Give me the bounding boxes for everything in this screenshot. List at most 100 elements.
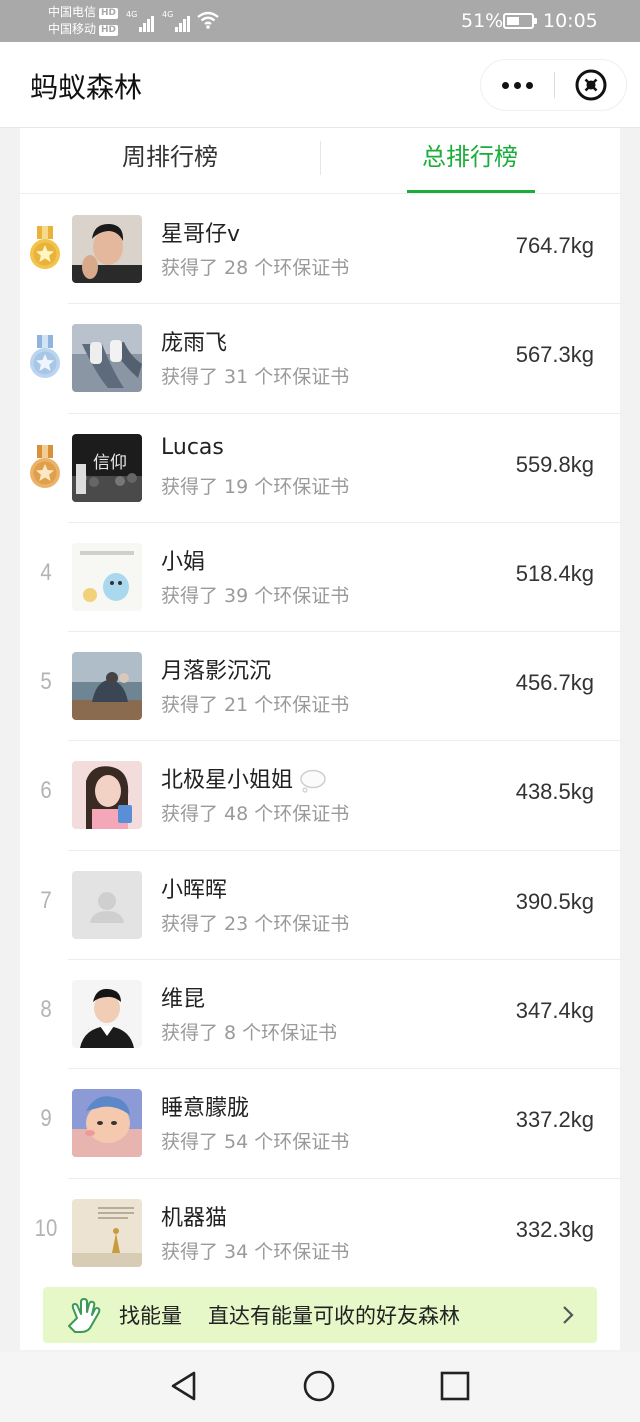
page-title: 蚂蚁森林 xyxy=(30,71,143,104)
user-name: 庞雨飞 xyxy=(161,331,228,357)
bronze-medal-icon xyxy=(30,444,60,488)
more-dots-icon xyxy=(525,81,533,89)
rank-number: 10 xyxy=(34,1214,58,1242)
energy-amount: 332.3kg xyxy=(515,1216,594,1242)
user-name: Lucas xyxy=(161,434,224,460)
user-name: 小娟 xyxy=(161,549,206,575)
capsule-menu xyxy=(480,59,627,111)
list-item[interactable]: 庞雨飞 获得了 31 个环保证书 567.3kg xyxy=(20,304,620,414)
cert-count: 获得了 23 个环保证书 xyxy=(161,912,350,935)
cert-count: 获得了 8 个环保证书 xyxy=(161,1022,338,1045)
leaderboard-card: 周排行榜 总排行榜 星哥仔v 获得了 28 个环保证书 764.7kg 庞雨飞 … xyxy=(20,128,620,1350)
rank-number: 6 xyxy=(40,777,52,805)
rank-number: 4 xyxy=(40,558,52,586)
avatar xyxy=(72,980,142,1049)
list-item[interactable]: 10 机器猫 获得了 34 个环保证书 332.3kg xyxy=(20,1179,620,1288)
avatar xyxy=(72,652,142,721)
cert-count: 获得了 39 个环保证书 xyxy=(161,584,350,607)
cert-count: 获得了 31 个环保证书 xyxy=(161,366,350,389)
status-bar: 中国电信 HD 中国移动 HD 4G 4G 51% 10:05 xyxy=(0,0,640,42)
battery-icon xyxy=(503,13,537,29)
user-name: 机器猫 xyxy=(161,1205,228,1231)
energy-amount: 347.4kg xyxy=(515,998,594,1024)
tab-weekly[interactable]: 周排行榜 xyxy=(20,128,320,194)
silver-medal-icon xyxy=(30,335,60,379)
energy-amount: 390.5kg xyxy=(515,888,594,914)
list-item[interactable]: 星哥仔v 获得了 28 个环保证书 764.7kg xyxy=(20,195,620,305)
back-triangle-icon[interactable] xyxy=(168,1369,202,1403)
signal-icon: 4G xyxy=(126,10,155,32)
hd-badge: HD xyxy=(99,8,119,19)
list-item[interactable]: 9 睡意朦胧 获得了 54 个环保证书 337.2kg xyxy=(20,1069,620,1179)
battery-percent: 51% xyxy=(461,10,504,32)
hd-badge: HD xyxy=(99,25,119,36)
avatar-text: 信仰 xyxy=(93,453,127,473)
wifi-icon xyxy=(197,11,219,29)
list-item[interactable]: 5 月落影沉沉 获得了 21 个环保证书 456.7kg xyxy=(20,632,620,742)
clock: 10:05 xyxy=(543,10,598,32)
speech-bubble-icon xyxy=(300,770,326,794)
avatar xyxy=(72,1089,142,1158)
avatar xyxy=(72,761,142,830)
cert-count: 获得了 19 个环保证书 xyxy=(161,475,350,498)
cert-count: 获得了 54 个环保证书 xyxy=(161,1131,350,1154)
tab-total[interactable]: 总排行榜 xyxy=(320,128,620,194)
user-name: 维昆 xyxy=(161,987,206,1013)
rank-number: 9 xyxy=(40,1105,52,1133)
ranking-list: 星哥仔v 获得了 28 个环保证书 764.7kg 庞雨飞 获得了 31 个环保… xyxy=(20,195,620,1288)
energy-amount: 764.7kg xyxy=(515,233,594,258)
carrier-2: 中国移动 xyxy=(48,22,97,36)
default-avatar-icon xyxy=(72,870,142,939)
energy-amount: 559.8kg xyxy=(515,451,594,477)
battery-fill xyxy=(507,17,519,25)
rank-number: 7 xyxy=(40,886,52,914)
user-name: 星哥仔v xyxy=(161,222,241,247)
cert-count: 获得了 34 个环保证书 xyxy=(161,1240,350,1263)
find-energy-banner[interactable]: 找能量 直达有能量可收的好友森林 xyxy=(43,1287,597,1343)
energy-amount: 337.2kg xyxy=(515,1107,594,1133)
user-name: 睡意朦胧 xyxy=(161,1096,250,1122)
home-circle-icon[interactable] xyxy=(302,1369,336,1403)
active-tab-indicator xyxy=(407,190,535,193)
mini-app-title-bar: 蚂蚁森林 xyxy=(0,42,640,128)
user-name: 月落影沉沉 xyxy=(161,659,272,685)
cert-count: 获得了 21 个环保证书 xyxy=(161,694,350,717)
list-item[interactable]: 信仰 Lucas 获得了 19 个环保证书 559.8kg xyxy=(20,414,620,523)
avatar xyxy=(72,870,142,939)
avatar xyxy=(72,1198,142,1267)
close-button[interactable] xyxy=(555,60,627,110)
signal-icon: 4G xyxy=(162,10,191,32)
chevron-right-icon xyxy=(563,1306,574,1324)
recents-square-icon[interactable] xyxy=(438,1369,472,1403)
find-energy-description: 直达有能量可收的好友森林 xyxy=(208,1304,460,1328)
list-item[interactable]: 7 小晖晖 获得了 23 个环保证书 390.5kg xyxy=(20,851,620,961)
more-dots-icon xyxy=(513,81,521,89)
energy-amount: 438.5kg xyxy=(515,779,594,805)
energy-amount: 518.4kg xyxy=(515,560,594,586)
carrier-1: 中国电信 xyxy=(48,5,97,19)
user-name: 小晖晖 xyxy=(161,877,228,903)
avatar xyxy=(72,324,142,393)
energy-amount: 567.3kg xyxy=(515,342,594,368)
list-item[interactable]: 6 北极星小姐姐 获得了 48 个环保证书 438.5kg xyxy=(20,741,620,851)
close-circle-icon xyxy=(575,69,607,101)
avatar xyxy=(72,215,142,283)
hand-icon xyxy=(68,1298,101,1333)
user-name: 北极星小姐姐 xyxy=(161,762,327,794)
leaderboard-tabs: 周排行榜 总排行榜 xyxy=(20,128,620,194)
rank-number: 5 xyxy=(40,668,52,696)
avatar xyxy=(72,542,142,611)
avatar: 信仰 xyxy=(72,433,142,502)
system-nav-bar xyxy=(0,1352,640,1422)
cert-count: 获得了 48 个环保证书 xyxy=(161,803,350,826)
carrier-info: 中国电信 HD 中国移动 HD xyxy=(48,4,119,38)
find-energy-title: 找能量 xyxy=(119,1304,182,1328)
energy-amount: 456.7kg xyxy=(515,670,594,696)
more-dots-icon xyxy=(501,81,509,89)
list-item[interactable]: 8 维昆 获得了 8 个环保证书 347.4kg xyxy=(20,960,620,1070)
gold-medal-icon xyxy=(30,226,60,269)
rank-number: 8 xyxy=(40,996,52,1024)
cert-count: 获得了 28 个环保证书 xyxy=(161,257,350,279)
more-button[interactable] xyxy=(481,60,553,110)
list-item[interactable]: 4 小娟 获得了 39 个环保证书 518.4kg xyxy=(20,523,620,633)
